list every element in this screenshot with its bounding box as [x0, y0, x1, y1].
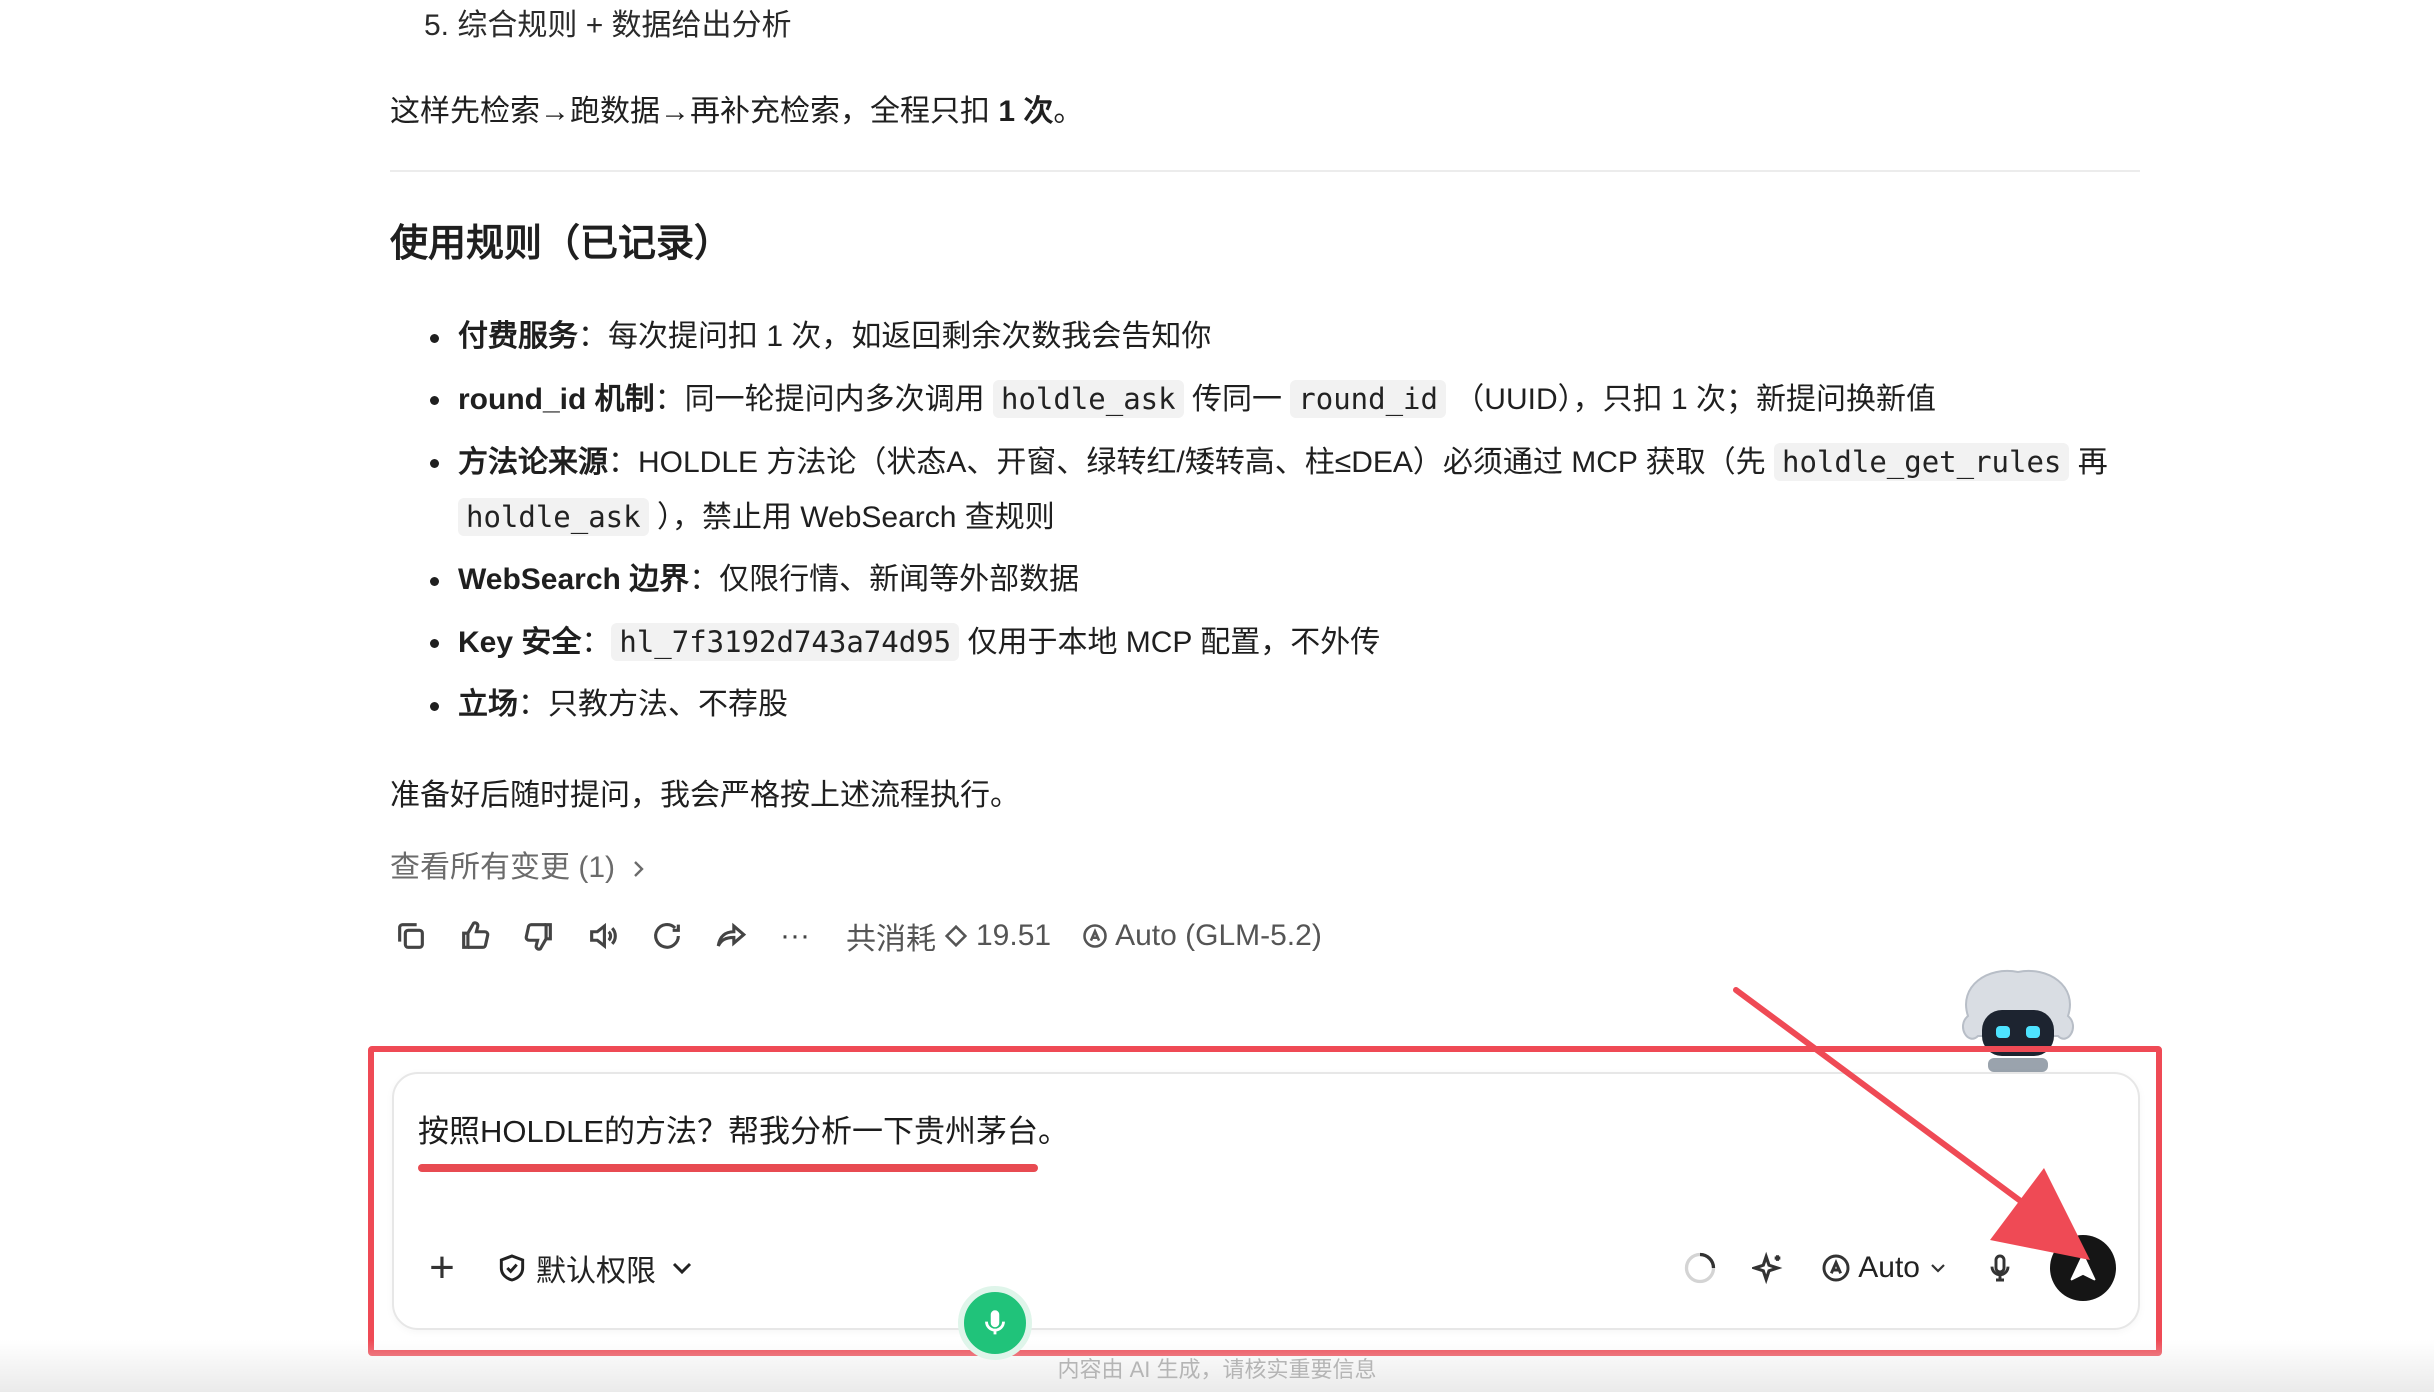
- message-toolbar: ··· 共消耗 19.51 Auto (GLM-5.2): [390, 910, 1344, 962]
- rule-text: ：仅限行情、新闻等外部数据: [689, 563, 1080, 596]
- inline-code: holdle_get_rules: [1774, 443, 2070, 481]
- thumbs-down-button[interactable]: [518, 915, 560, 957]
- summary-text: 这样先检索→跑数据→再补充检索，全程只扣: [390, 95, 999, 128]
- rule-text: ：HOLDLE 方法论（状态A、开窗、绿转红/矮转高、柱≤DEA）必须通过 MC…: [608, 446, 1775, 479]
- list-item: 付费服务：每次提问扣 1 次，如返回剩余次数我会告知你: [430, 310, 2150, 364]
- rule-text: 仅用于本地 MCP 配置，不外传: [959, 626, 1381, 659]
- inline-code: holdle_ask: [993, 380, 1184, 418]
- share-icon: [716, 922, 747, 947]
- cost-indicator: 共消耗 19.51: [846, 914, 1051, 958]
- rule-label: round_id 机制: [458, 383, 655, 416]
- rule-text: 再: [2069, 446, 2108, 479]
- more-button[interactable]: ···: [774, 915, 816, 957]
- rule-text: ：每次提问扣 1 次，如返回剩余次数我会告知你: [578, 320, 1212, 353]
- rules-heading: 使用规则（已记录）: [390, 223, 733, 265]
- view-changes-link[interactable]: 查看所有变更 (1): [390, 842, 649, 886]
- copy-button[interactable]: [390, 915, 432, 957]
- highlight-frame: [368, 1046, 2162, 1356]
- closing-paragraph: 准备好后随时提问，我会严格按上述流程执行。: [390, 779, 1020, 812]
- regenerate-icon: [654, 923, 680, 949]
- more-icon: ···: [780, 919, 810, 952]
- ai-disclaimer: 内容由 AI 生成，请核实重要信息: [1057, 1357, 1377, 1382]
- inline-code: round_id: [1290, 380, 1446, 418]
- list-item: round_id 机制：同一轮提问内多次调用 holdle_ask 传同一 ro…: [430, 372, 2150, 427]
- diamond-icon: [944, 924, 968, 948]
- rule-text: ：同一轮提问内多次调用: [654, 383, 993, 416]
- summary-end: 。: [1053, 95, 1084, 128]
- list-item: WebSearch 边界：仅限行情、新闻等外部数据: [430, 553, 2150, 607]
- step-5-text: 5. 综合规则 + 数据给出分析: [424, 9, 792, 42]
- model-indicator: Auto (GLM-5.2): [1081, 919, 1322, 953]
- regenerate-button[interactable]: [646, 915, 688, 957]
- summary-paragraph: 这样先检索→跑数据→再补充检索，全程只扣 1 次。: [390, 86, 1083, 130]
- thumbs-down-icon: [524, 923, 552, 951]
- list-item: Key 安全： hl_7f3192d743a74d95 仅用于本地 MCP 配置，…: [430, 615, 2150, 670]
- rule-label: Key 安全: [458, 626, 582, 659]
- rule-text: （UUID），只扣 1 次；新提问换新值: [1445, 383, 1936, 416]
- rule-label: 付费服务: [458, 320, 578, 353]
- rule-text: ），禁止用 WebSearch 查规则: [648, 501, 1055, 534]
- list-item: 立场：只教方法、不荐股: [430, 678, 2150, 732]
- divider: [390, 170, 2140, 172]
- share-button[interactable]: [710, 915, 752, 957]
- copy-icon: [398, 923, 424, 949]
- rule-label: 立场: [458, 688, 518, 721]
- view-changes-label: 查看所有变更 (1): [390, 851, 615, 884]
- rule-label: 方法论来源: [458, 446, 608, 479]
- floating-voice-button[interactable]: [958, 1286, 1032, 1360]
- model-label: Auto (GLM-5.2): [1115, 919, 1322, 952]
- rules-list: 付费服务：每次提问扣 1 次，如返回剩余次数我会告知你 round_id 机制：…: [430, 310, 2150, 740]
- rule-text: 传同一: [1183, 383, 1291, 416]
- inline-code: hl_7f3192d743a74d95: [611, 623, 960, 661]
- cost-value: 19.51: [976, 919, 1052, 952]
- read-aloud-button[interactable]: [582, 915, 624, 957]
- inline-code: holdle_ask: [458, 498, 649, 536]
- auto-model-icon: [1083, 924, 1107, 948]
- rule-text: ：: [581, 626, 612, 659]
- thumbs-up-button[interactable]: [454, 915, 496, 957]
- rule-text: ：只教方法、不荐股: [518, 688, 788, 721]
- thumbs-up-icon: [462, 921, 490, 949]
- speaker-icon: [590, 922, 617, 950]
- cost-label: 共消耗: [846, 923, 936, 956]
- rule-label: WebSearch 边界: [458, 563, 690, 596]
- summary-bold: 1 次: [998, 95, 1054, 128]
- microphone-icon: [985, 1310, 1005, 1335]
- chevron-right-icon: [634, 861, 645, 877]
- list-item: 方法论来源：HOLDLE 方法论（状态A、开窗、绿转红/矮转高、柱≤DEA）必须…: [430, 435, 2150, 545]
